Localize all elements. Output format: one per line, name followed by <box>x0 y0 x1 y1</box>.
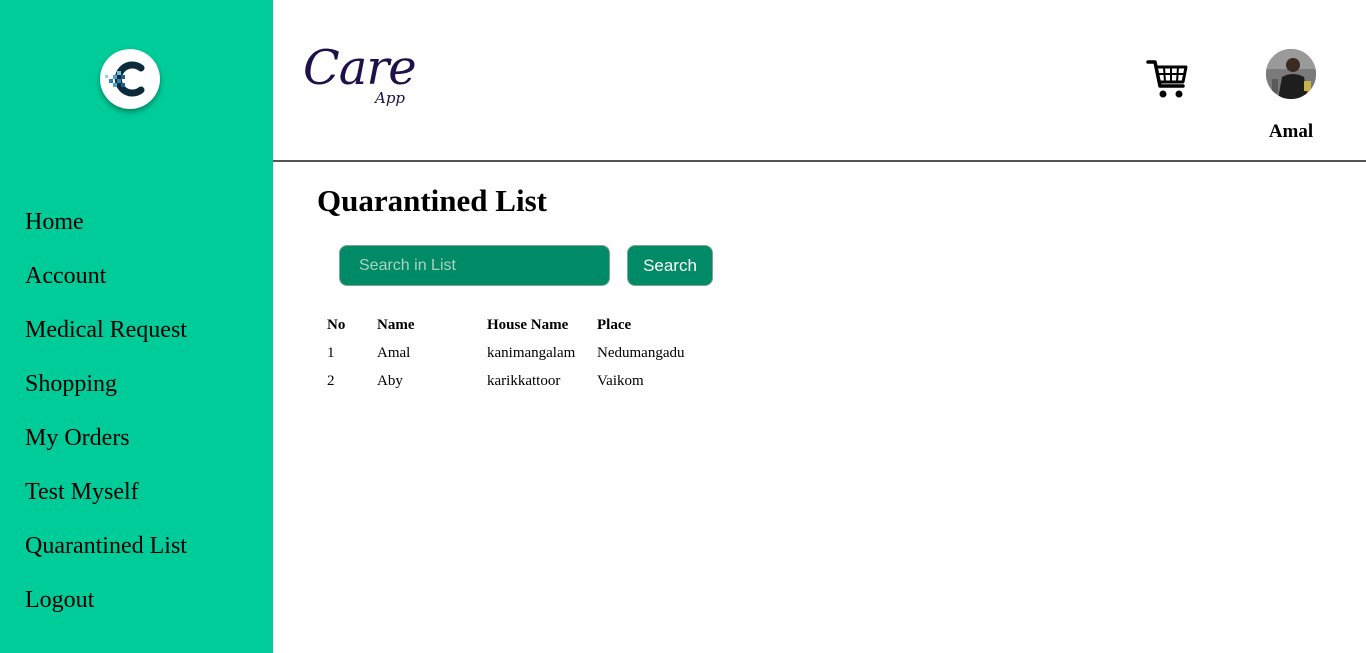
shopping-cart-icon[interactable] <box>1146 58 1190 100</box>
search-button[interactable]: Search <box>627 245 713 286</box>
user-avatar[interactable] <box>1266 49 1316 99</box>
cell-house-name: kanimangalam <box>487 345 576 361</box>
column-header-house-name: House Name <box>487 317 569 333</box>
cell-name: Amal <box>377 345 411 361</box>
top-header: Care App Amal <box>273 0 1366 162</box>
search-input[interactable] <box>339 245 610 286</box>
column-header-place: Place <box>597 317 632 333</box>
sidebar-item-my-orders[interactable]: My Orders <box>25 421 187 475</box>
sidebar-item-home[interactable]: Home <box>25 205 187 259</box>
column-header-name: Name <box>377 317 415 333</box>
quarantined-table: No Name House Name Place 1 Amal kanimang… <box>325 311 699 395</box>
sidebar-item-shopping[interactable]: Shopping <box>25 367 187 421</box>
table-row: 2 Aby karikkattoor Vaikom <box>325 367 699 395</box>
brand-logo[interactable]: Care App <box>303 36 428 114</box>
sidebar-item-account[interactable]: Account <box>25 259 187 313</box>
column-header-no: No <box>327 317 346 333</box>
cell-place: Nedumangadu <box>597 345 685 361</box>
cell-no: 1 <box>327 345 335 361</box>
sidebar-item-test-myself[interactable]: Test Myself <box>25 475 187 529</box>
sidebar-nav: Home Account Medical Request Shopping My… <box>25 205 187 637</box>
table-row: 1 Amal kanimangalam Nedumangadu <box>325 339 699 367</box>
cell-name: Aby <box>377 373 403 389</box>
sidebar-item-medical-request[interactable]: Medical Request <box>25 313 187 367</box>
sidebar: Home Account Medical Request Shopping My… <box>0 0 273 653</box>
user-photo-icon <box>1266 49 1316 99</box>
sidebar-item-logout[interactable]: Logout <box>25 583 187 637</box>
care-c-logo-icon <box>105 61 145 97</box>
table-header-row: No Name House Name Place <box>325 311 699 339</box>
app-logo[interactable] <box>100 49 160 109</box>
sidebar-item-quarantined-list[interactable]: Quarantined List <box>25 529 187 583</box>
user-name: Amal <box>1268 121 1314 142</box>
brand-sub-text: App <box>375 89 406 107</box>
cell-no: 2 <box>327 373 335 389</box>
cell-place: Vaikom <box>597 373 644 389</box>
cell-house-name: karikkattoor <box>487 373 561 389</box>
page-title: Quarantined List <box>317 183 547 218</box>
